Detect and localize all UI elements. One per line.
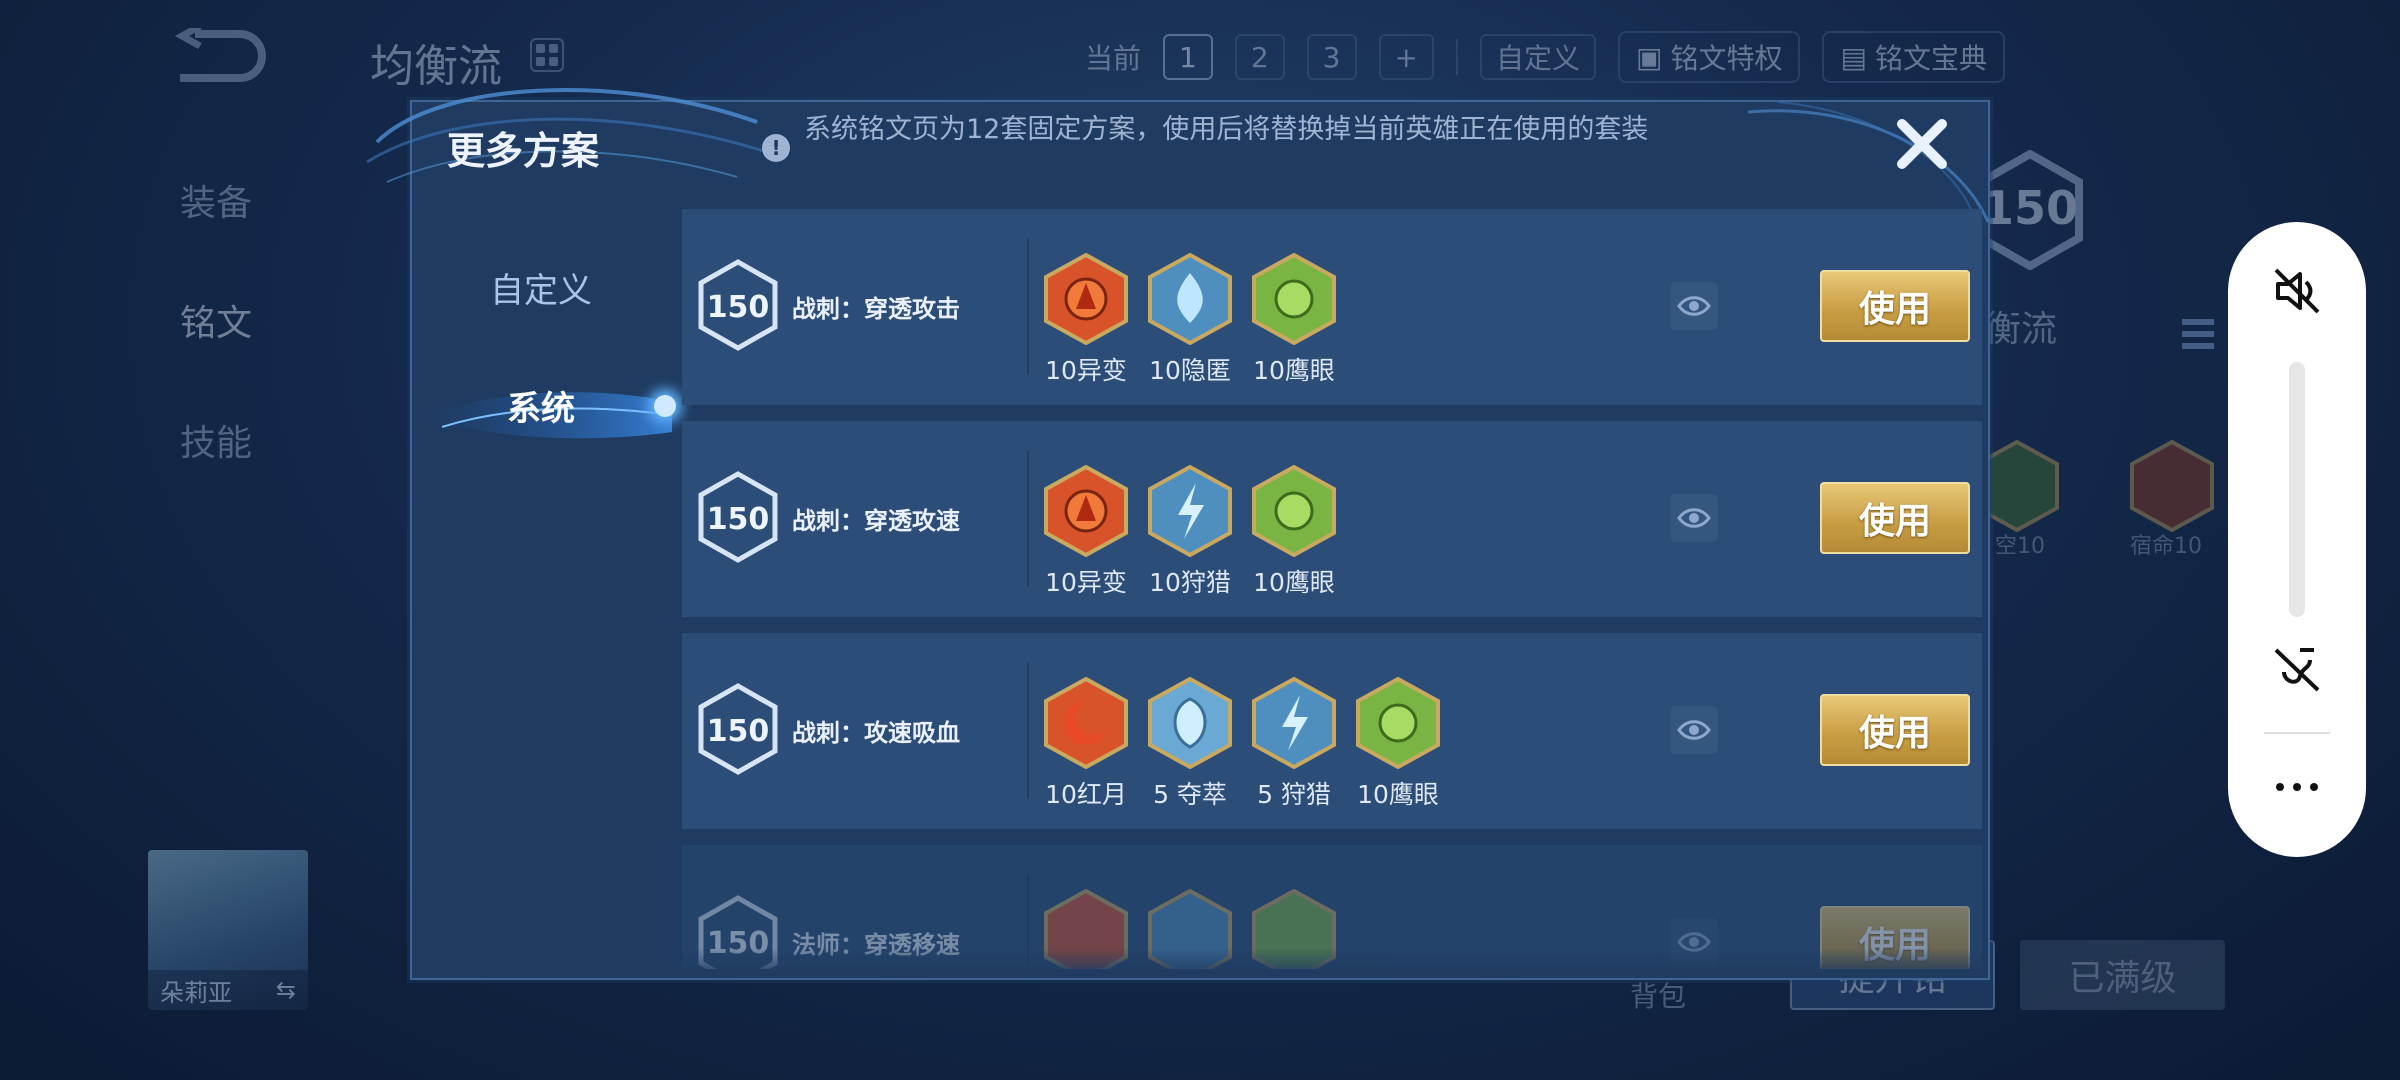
grid-icon[interactable] [530,38,564,72]
rune-label: 10隐匿 [1149,356,1231,385]
fade-overlay [412,948,1988,978]
info-text: 系统铭文页为12套固定方案，使用后将替换掉当前英雄正在使用的套装 [804,114,1649,145]
bg-rune-label-1: 空10 [1995,534,2045,559]
green-rune-icon [1252,465,1336,557]
divider [1027,239,1029,375]
selected-dot-icon [654,395,676,417]
hero-name-bar[interactable]: 朵莉亚 ⇆ [148,970,308,1010]
speaker-mute-icon[interactable] [2270,264,2324,318]
dialog-header: 更多方案 ! 系统铭文页为12套固定方案，使用后将替换掉当前英雄正在使用的套装 [366,87,1990,232]
info-icon: ! [762,134,790,162]
scheme-tabs: 自定义 系统 [412,207,676,977]
max-level-button[interactable]: 已满级 [2020,940,2225,1010]
scheme-row: 150 战刺：穿透攻击 10异变 10隐匿 10鹰眼 使用 [682,209,1982,405]
scheme-row: 150 战刺：穿透攻速 10异变 10狩猎 10鹰眼 使用 [682,421,1982,617]
blue-rune-icon [1148,677,1232,769]
svg-text:150: 150 [707,714,770,749]
svg-text:150: 150 [707,290,770,325]
more-schemes-dialog: 更多方案 ! 系统铭文页为12套固定方案，使用后将替换掉当前英雄正在使用的套装 … [366,87,1990,980]
scheme-name-bg: 衡流 [1985,309,2058,350]
tab-custom[interactable]: 自定义 [412,247,670,327]
level-hex-icon: 150 [698,683,778,775]
divider [1027,663,1029,799]
privilege-button[interactable]: ▣ 铭文特权 [1617,31,1801,83]
bag-label[interactable]: 背包 [1630,975,1686,1015]
custom-button[interactable]: 自定义 [1479,34,1596,80]
page-tab-1[interactable]: 1 [1163,34,1213,80]
list-icon[interactable] [2180,315,2216,355]
add-page-button[interactable]: + [1378,34,1434,80]
volume-panel [2228,222,2366,857]
use-button[interactable]: 使用 [1820,270,1970,342]
more-icon[interactable] [2272,777,2322,797]
rune-label: 5 狩猎 [1257,780,1331,809]
rune-label: 10异变 [1045,568,1127,597]
red-rune-icon [2130,440,2214,532]
red-rune-icon [1044,677,1128,769]
blue-rune-icon [1252,677,1336,769]
divider [1027,451,1029,587]
scheme-name: 战刺：穿透攻击 [792,295,960,323]
hero-name: 朵莉亚 [160,978,232,1007]
volume-slider[interactable] [2289,362,2305,617]
book-icon: ▣ [1635,40,1663,74]
divider [1455,39,1458,75]
green-rune-icon [1252,253,1336,345]
close-icon[interactable] [1892,114,1952,174]
vibrate-off-icon[interactable] [2270,642,2324,696]
rune-page-topbar: 当前 1 2 3 + 自定义 ▣ 铭文特权 ▤ 铭文宝典 [1085,31,2005,83]
rune-label: 5 夺萃 [1153,780,1227,809]
green-rune-icon [1356,677,1440,769]
dialog-title: 更多方案 [447,129,600,173]
nav-item-runes[interactable]: 铭文 [150,260,370,380]
preview-button[interactable] [1670,494,1718,542]
use-button[interactable]: 使用 [1820,482,1970,554]
rune-label: 10鹰眼 [1357,780,1439,809]
tab-system[interactable]: 系统 [412,365,670,445]
scheme-name: 战刺：穿透攻速 [792,507,960,535]
current-label: 当前 [1085,42,1142,75]
level-hex-icon: 150 [698,259,778,351]
divider [2264,732,2330,734]
blue-rune-icon [1148,465,1232,557]
scheme-row: 150 战刺：攻速吸血 10红月 5 夺萃 5 狩猎 10鹰眼 使用 [682,633,1982,829]
eye-icon [1677,508,1711,528]
nav-item-equipment[interactable]: 装备 [150,140,370,260]
privilege-label: 铭文特权 [1670,42,1783,75]
rune-label: 10狩猎 [1149,568,1231,597]
page-tab-2[interactable]: 2 [1234,34,1285,80]
eye-icon [1677,720,1711,740]
rune-label: 10鹰眼 [1253,356,1335,385]
scheme-list[interactable]: 150 战刺：穿透攻击 10异变 10隐匿 10鹰眼 使用 150 战刺：穿透攻… [682,209,1982,969]
red-rune-icon [1044,465,1128,557]
page-tab-3[interactable]: 3 [1306,34,1357,80]
rune-label: 10鹰眼 [1253,568,1335,597]
scheme-name: 战刺：攻速吸血 [792,719,960,747]
svg-text:150: 150 [707,502,770,537]
back-icon[interactable] [170,28,270,88]
codex-label: 铭文宝典 [1874,42,1987,75]
rune-label: 10异变 [1045,356,1127,385]
bg-rune-label-2: 宿命10 [2130,534,2202,559]
eye-icon [1677,296,1711,316]
level-hex-icon: 150 [698,471,778,563]
codex-icon: ▤ [1840,40,1867,74]
codex-button[interactable]: ▤ 铭文宝典 [1822,31,2005,83]
preview-button[interactable] [1670,706,1718,754]
nav-item-skills[interactable]: 技能 [150,380,370,500]
side-nav: 装备 铭文 技能 [150,140,370,500]
use-button[interactable]: 使用 [1820,694,1970,766]
blue-rune-icon [1148,253,1232,345]
swap-icon: ⇆ [275,976,296,1004]
preview-button[interactable] [1670,282,1718,330]
red-rune-icon [1044,253,1128,345]
rune-label: 10红月 [1045,780,1127,809]
